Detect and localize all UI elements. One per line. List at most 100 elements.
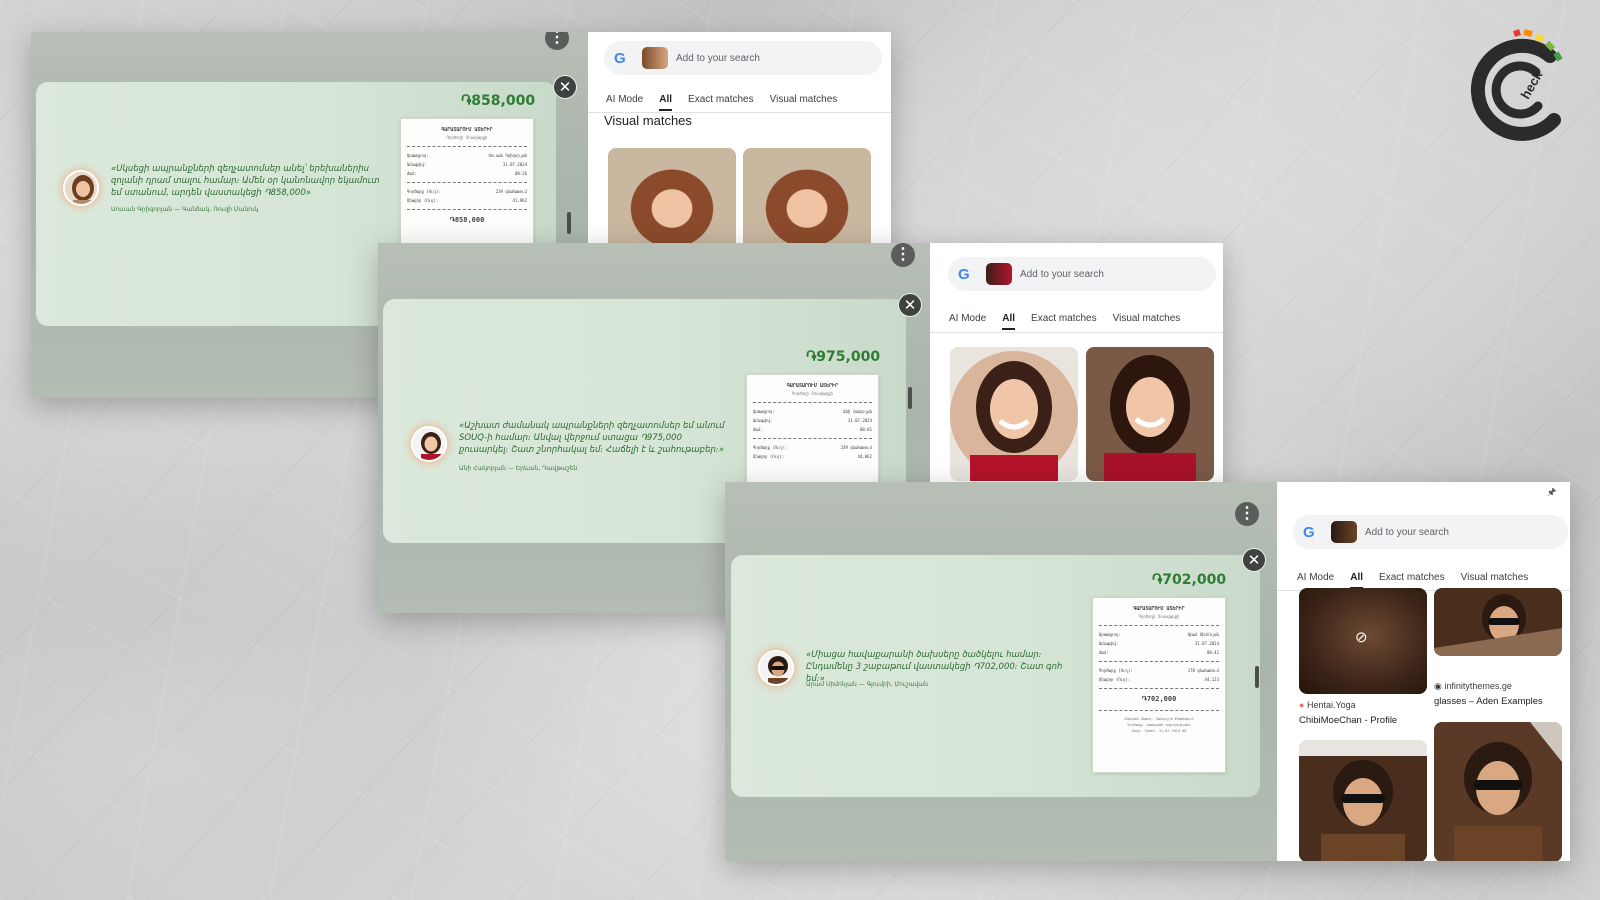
screenshot-3: ⋮ ✕ ֏702,000 ԳԱՐԱՏԱՐՈՒՄ ԱՏԵՐԻՐ Գործողի Չ… bbox=[725, 482, 1570, 861]
receipt-image: ԳԱՐԱՏԱՐՈՒՄ ԱՏԵՐԻՐ Գործողի Չոսսվարքի Արտա… bbox=[746, 374, 879, 494]
scrollbar[interactable] bbox=[567, 212, 571, 234]
close-button[interactable]: ✕ bbox=[1242, 548, 1266, 572]
result-image[interactable] bbox=[743, 148, 871, 258]
receipt-divider bbox=[753, 402, 872, 403]
hidden-content-icon: ⊘ bbox=[1355, 629, 1368, 646]
amount-label: ֏702,000 bbox=[1152, 572, 1227, 588]
receipt-title: ԳԱՐԱՏԱՐՈՒՄ ԱՏԵՐԻՐ bbox=[1133, 606, 1185, 612]
tab-exact-matches[interactable]: Exact matches bbox=[688, 94, 754, 111]
receipt-divider bbox=[753, 438, 872, 439]
receipt-row: Միավոր (Ուղ): 41,962 bbox=[407, 198, 527, 203]
receipt-row: Արտադրող: Սուսան Գրիգորյան bbox=[407, 153, 527, 158]
tab-exact-matches[interactable]: Exact matches bbox=[1379, 572, 1445, 589]
receipt-row: Ժամ: 08:41 bbox=[1099, 650, 1219, 655]
google-icon: G bbox=[614, 49, 626, 67]
receipt-row: Գործարք (Ուղ): 239 գնահատում bbox=[407, 189, 527, 194]
close-button[interactable]: ✕ bbox=[553, 75, 577, 99]
result-source[interactable]: ● Hentai.Yoga bbox=[1299, 700, 1356, 710]
search-bar[interactable]: G Add to your search bbox=[948, 257, 1216, 291]
search-thumbnail bbox=[1331, 521, 1357, 543]
result-image[interactable] bbox=[608, 148, 736, 258]
google-icon: G bbox=[958, 265, 970, 283]
testimonial-author: Արամ Սիմոնյան — Գյումրի, Մուշավան bbox=[806, 681, 928, 688]
section-heading: Visual matches bbox=[604, 113, 692, 128]
receipt-footer: Վճարման Մեթոդ։ Բանկային Փոխանցում bbox=[1124, 717, 1194, 721]
search-bar[interactable]: G Add to your search bbox=[1293, 515, 1568, 549]
check-logo: heck bbox=[1471, 29, 1563, 141]
receipt-image: ԳԱՐԱՏԱՐՈՒՄ ԱՏԵՐԻՐ Գործողի Չոսսվարքի Արտա… bbox=[400, 118, 534, 246]
more-options-button[interactable]: ⋮ bbox=[891, 243, 915, 267]
search-placeholder: Add to your search bbox=[1020, 268, 1104, 280]
search-placeholder: Add to your search bbox=[676, 52, 760, 64]
result-image[interactable] bbox=[1299, 740, 1427, 861]
receipt-row: Գործարք (Ուղ): 249 գնահատում bbox=[753, 445, 872, 450]
receipt-divider bbox=[407, 182, 527, 183]
receipt-divider bbox=[1099, 625, 1219, 626]
receipt-row: Ամսաթիվ: 31.07.2024 bbox=[1099, 641, 1219, 646]
avatar bbox=[63, 170, 99, 206]
receipt-total: ֏702,000 bbox=[1141, 695, 1177, 703]
tab-visual-matches[interactable]: Visual matches bbox=[770, 94, 838, 111]
receipt-row: Միավոր (Ուղ): 44,123 bbox=[1099, 677, 1219, 682]
tab-exact-matches[interactable]: Exact matches bbox=[1031, 313, 1097, 330]
amount-label: ֏975,000 bbox=[806, 349, 881, 365]
scrollbar[interactable] bbox=[908, 387, 912, 409]
tab-visual-matches[interactable]: Visual matches bbox=[1461, 572, 1529, 589]
receipt-footer: Տեղի: Tweet: 31.07.2024 08 bbox=[1131, 729, 1187, 733]
receipt-divider bbox=[407, 209, 527, 210]
receipt-title: ԳԱՐԱՏԱՐՈՒՄ ԱՏԵՐԻՐ bbox=[441, 127, 493, 133]
tabs-divider bbox=[930, 332, 1223, 333]
google-lens-panel: 🖈 G Add to your search AI Mode All Exact… bbox=[1277, 482, 1570, 861]
avatar bbox=[411, 426, 447, 462]
receipt-title: ԳԱՐԱՏԱՐՈՒՄ ԱՏԵՐԻՐ bbox=[786, 383, 839, 389]
tab-all[interactable]: All bbox=[1350, 572, 1363, 589]
pin-icon[interactable]: 🖈 bbox=[1547, 485, 1556, 502]
receipt-divider bbox=[1099, 688, 1219, 689]
result-title[interactable]: glasses – Aden Examples bbox=[1434, 696, 1543, 707]
tab-all[interactable]: All bbox=[1002, 313, 1015, 330]
tab-ai-mode[interactable]: AI Mode bbox=[606, 94, 643, 111]
result-tabs: AI Mode All Exact matches Visual matches bbox=[1297, 572, 1528, 589]
scrollbar[interactable] bbox=[1255, 666, 1259, 688]
receipt-row: Արտադրող: Անի Հակոբյան bbox=[753, 409, 872, 414]
result-title[interactable]: ChibiMoeChan - Profile bbox=[1299, 715, 1397, 726]
receipt-footer: Գործարք: Կատարված Հաջողությամբ bbox=[1127, 723, 1191, 727]
tab-ai-mode[interactable]: AI Mode bbox=[1297, 572, 1334, 589]
result-source[interactable]: ◉ infinitythemes.ge bbox=[1434, 681, 1512, 692]
receipt-row: Ժամ: 08:01 bbox=[753, 427, 872, 432]
result-image[interactable] bbox=[1086, 347, 1214, 481]
result-image-hidden[interactable]: ⊘ bbox=[1299, 588, 1427, 694]
receipt-subtitle: Գործողի Չոսսվարքի bbox=[1138, 614, 1180, 619]
amount-label: ֏858,000 bbox=[461, 93, 536, 109]
receipt-row: Ամսաթիվ: 31.07.2024 bbox=[753, 418, 872, 423]
result-image[interactable] bbox=[1434, 722, 1562, 861]
tab-visual-matches[interactable]: Visual matches bbox=[1113, 313, 1181, 330]
result-image[interactable] bbox=[950, 347, 1078, 481]
result-tabs: AI Mode All Exact matches Visual matches bbox=[606, 94, 837, 111]
receipt-total: ֏858,000 bbox=[449, 216, 485, 224]
result-tabs: AI Mode All Exact matches Visual matches bbox=[949, 313, 1180, 330]
avatar bbox=[758, 650, 794, 686]
result-image[interactable] bbox=[1434, 588, 1562, 656]
testimonial-author: Անի Հակոբյան — Երևան, Դավթաշեն bbox=[459, 465, 578, 472]
receipt-divider bbox=[407, 146, 527, 147]
more-options-button[interactable]: ⋮ bbox=[1235, 502, 1259, 526]
close-button[interactable]: ✕ bbox=[898, 293, 922, 317]
search-bar[interactable]: G Add to your search bbox=[604, 41, 882, 75]
tab-all[interactable]: All bbox=[659, 94, 672, 111]
receipt-subtitle: Գործողի Չոսսվարքի bbox=[446, 135, 488, 140]
testimonial-quote: «Աշխատ ժամանակ ապրանքների զեղչատոմսեր եմ… bbox=[459, 421, 725, 455]
testimonial-quote: «Միացա հավաքարանի ծախսերը ծածկելու համար… bbox=[806, 650, 1063, 684]
tab-ai-mode[interactable]: AI Mode bbox=[949, 313, 986, 330]
search-placeholder: Add to your search bbox=[1365, 526, 1449, 538]
receipt-row: Ամսաթիվ: 31.07.2024 bbox=[407, 162, 527, 167]
receipt-divider bbox=[1099, 710, 1219, 711]
receipt-row: Ժամ: 08:26 bbox=[407, 171, 527, 176]
search-thumbnail bbox=[986, 263, 1012, 285]
receipt-divider bbox=[1099, 661, 1219, 662]
receipt-row: Գործարք (Ուղ): 170 գնահատում bbox=[1099, 668, 1219, 673]
receipt-subtitle: Գործողի Չոսսվարքի bbox=[792, 391, 833, 396]
testimonial-quote: «Սկսեցի ապրանքների զեղչատոմսեր անել՝ երե… bbox=[111, 164, 380, 198]
google-icon: G bbox=[1303, 523, 1315, 541]
svg-text:heck: heck bbox=[1518, 68, 1546, 102]
